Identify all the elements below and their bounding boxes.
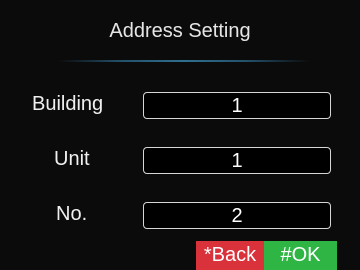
address-setting-screen: Address Setting Building 1 Unit 1 No. 2 … — [0, 0, 360, 270]
back-button[interactable]: *Back — [196, 241, 264, 270]
unit-field[interactable]: 1 — [143, 147, 331, 174]
ok-button[interactable]: #OK — [264, 241, 337, 270]
number-label: No. — [56, 203, 88, 225]
page-title: Address Setting — [109, 20, 251, 42]
building-label: Building — [32, 93, 104, 115]
number-field[interactable]: 2 — [143, 202, 331, 229]
title-divider — [58, 60, 310, 62]
unit-label: Unit — [54, 148, 90, 170]
building-field[interactable]: 1 — [143, 92, 331, 119]
